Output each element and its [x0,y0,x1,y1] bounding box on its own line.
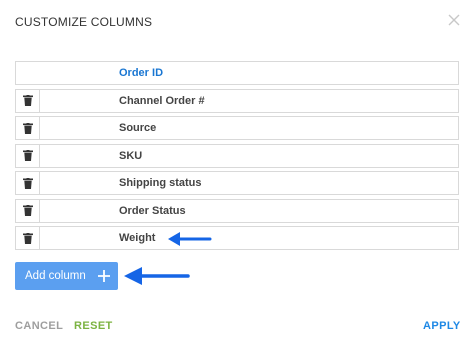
plus-icon [98,270,110,282]
empty-cell [16,62,40,84]
column-row-order-id: Order ID [15,61,459,85]
column-row: SKU [15,143,459,168]
column-row: Channel Order # [15,88,459,113]
apply-button[interactable]: APPLY [423,320,461,332]
customize-columns-dialog: CUSTOMIZE COLUMNS Order ID Channel Order… [0,0,474,348]
add-column-label: Add column [25,270,86,282]
column-label: Channel Order # [119,94,205,107]
delete-column-button[interactable] [16,144,40,167]
column-label: Order Status [119,204,186,217]
trash-icon [22,205,33,216]
column-row: Order Status [15,198,459,223]
trash-icon [22,177,33,189]
reset-button[interactable]: RESET [74,320,113,332]
column-label: Weight [119,232,156,244]
arrow-left-icon [124,267,190,285]
trash-icon [22,232,33,244]
cancel-button[interactable]: CANCEL [15,320,63,332]
arrow-left-icon [168,232,212,246]
close-icon[interactable] [447,13,461,27]
column-label: Order ID [119,67,164,79]
column-row: Source [15,116,459,140]
column-row: Shipping status [15,171,459,195]
delete-column-button[interactable] [16,227,40,249]
trash-icon [22,95,33,106]
delete-column-button[interactable] [16,172,40,194]
trash-icon [22,150,33,161]
column-list: Order ID Channel Order # Source SKU Ship [15,61,459,254]
column-label: SKU [119,149,143,162]
add-column-button[interactable]: Add column [15,262,118,290]
delete-column-button[interactable] [16,89,40,112]
column-label: Shipping status [119,177,202,189]
dialog-title: CUSTOMIZE COLUMNS [15,15,153,29]
column-row: Weight [15,226,459,250]
column-label: Source [119,122,157,134]
delete-column-button[interactable] [16,199,40,222]
trash-icon [22,122,33,134]
delete-column-button[interactable] [16,117,40,139]
